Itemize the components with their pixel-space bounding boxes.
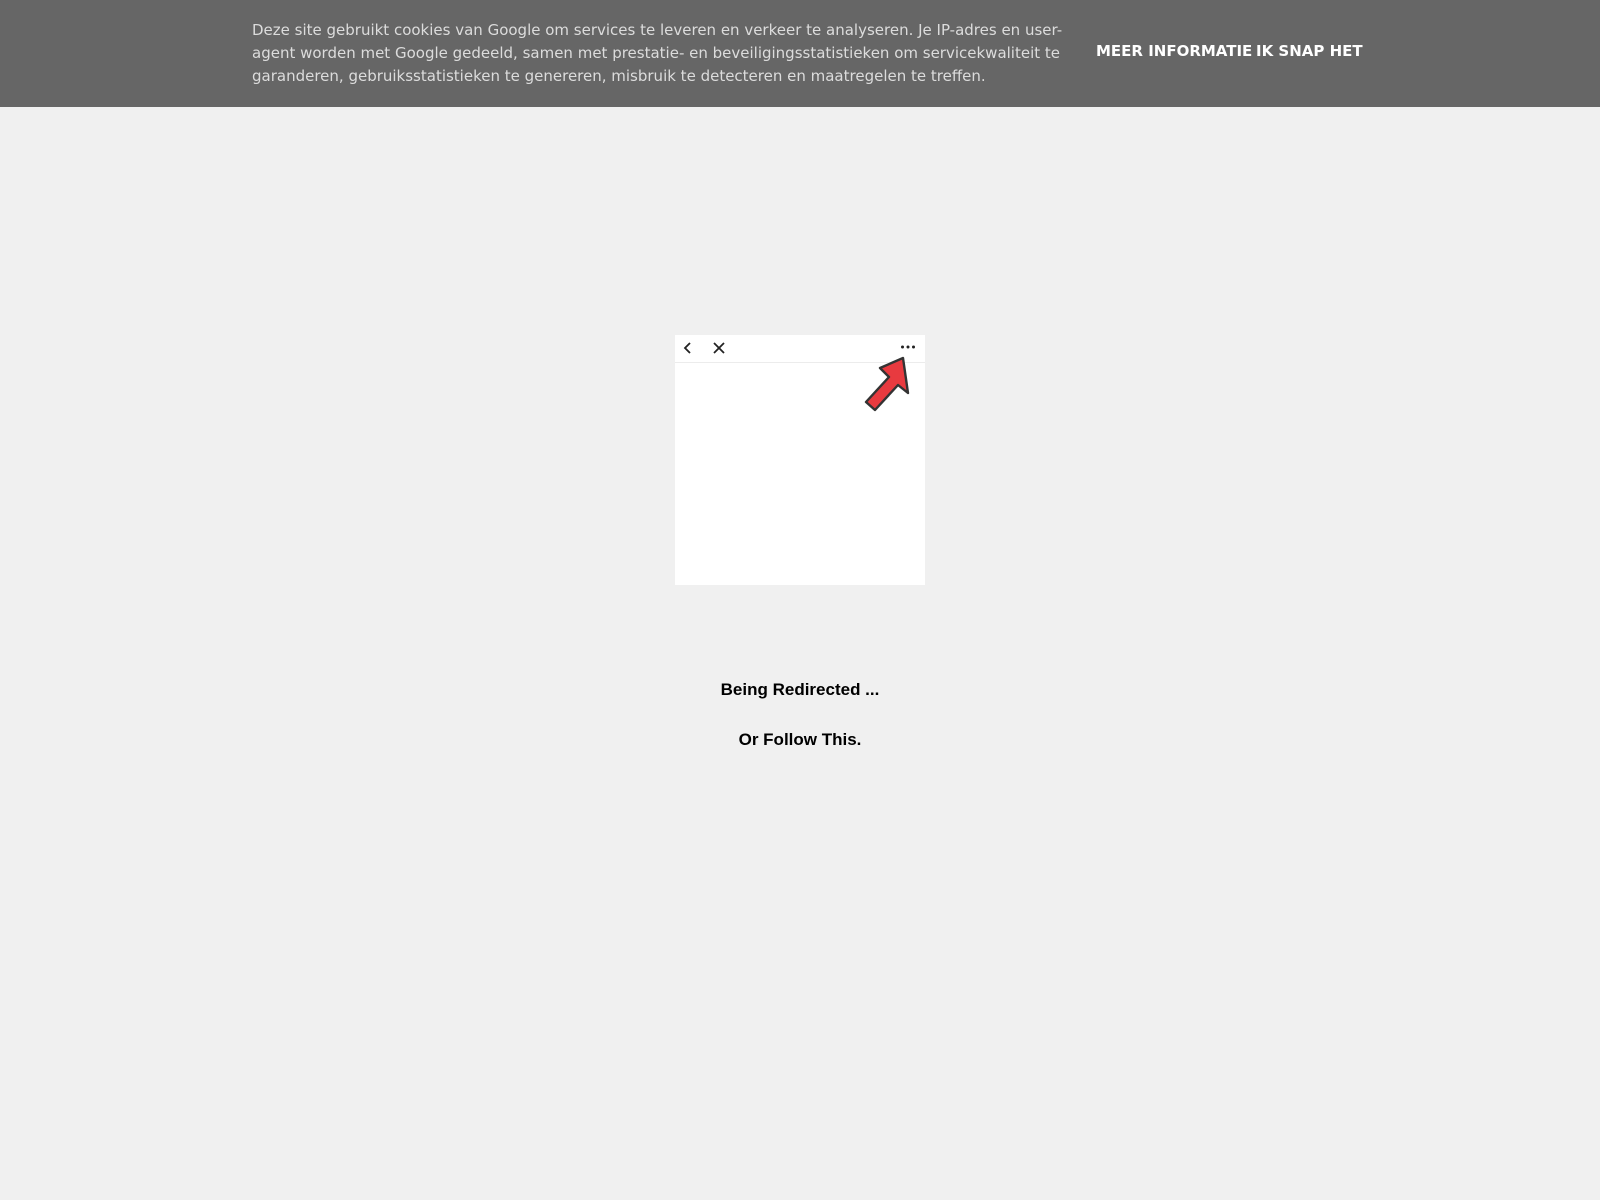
got-it-button[interactable]: IK SNAP HET — [1256, 42, 1363, 60]
more-info-link[interactable]: MEER INFORMATIE — [1096, 42, 1252, 60]
more-icon — [901, 345, 915, 349]
follow-link[interactable]: Or Follow This. — [0, 730, 1600, 750]
close-icon — [713, 342, 725, 354]
cookie-banner: Deze site gebruikt cookies van Google om… — [0, 0, 1600, 107]
pointer-arrow-icon — [864, 356, 910, 412]
browser-menu-illustration — [675, 335, 925, 585]
redirect-status-text: Being Redirected ... — [720, 680, 880, 699]
back-icon — [683, 342, 691, 354]
cookie-message: Deze site gebruikt cookies van Google om… — [252, 21, 1063, 85]
